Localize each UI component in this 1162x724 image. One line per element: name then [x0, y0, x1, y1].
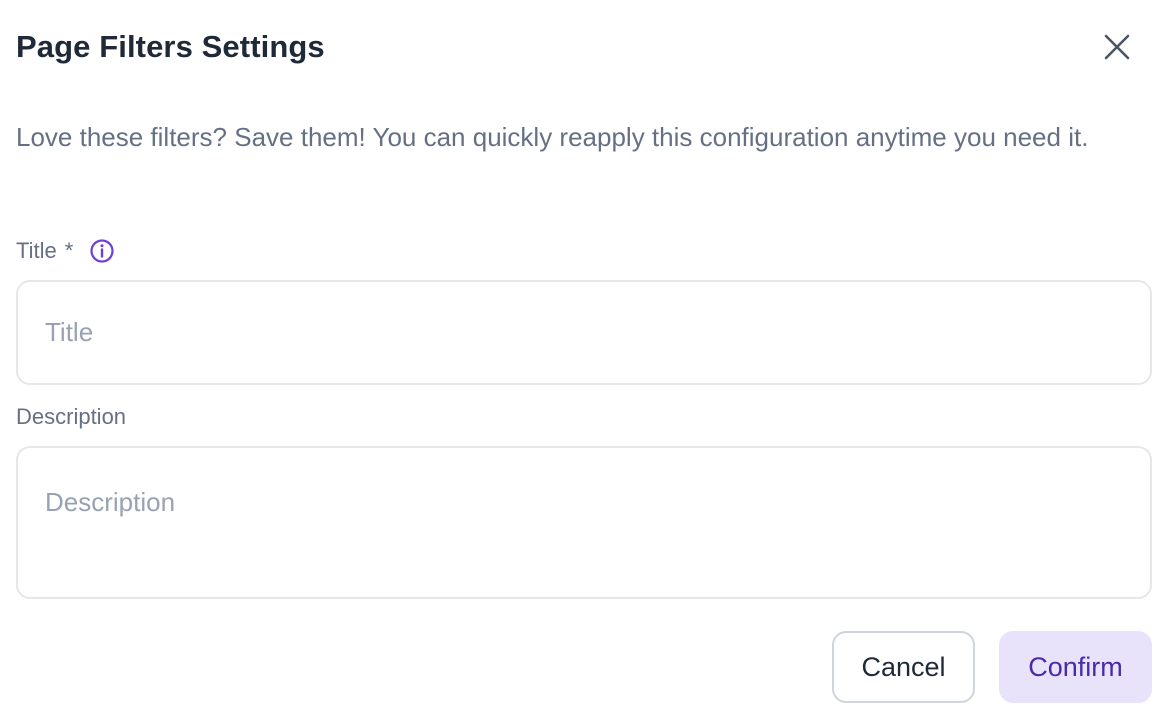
required-mark: * [64, 238, 74, 263]
dialog-header: Page Filters Settings [16, 24, 1152, 70]
title-label: Title [16, 238, 57, 263]
close-icon [1104, 34, 1130, 60]
title-input[interactable] [16, 280, 1152, 385]
description-label: Description [16, 404, 127, 429]
dialog-actions: Cancel Confirm [832, 631, 1152, 703]
description-label-row: Description [16, 404, 126, 430]
page-filters-settings-dialog: Page Filters Settings Love these filters… [0, 0, 1162, 724]
confirm-button[interactable]: Confirm [999, 631, 1152, 703]
dialog-description: Love these filters? Save them! You can q… [16, 122, 1089, 152]
dialog-title: Page Filters Settings [16, 29, 325, 64]
info-icon[interactable] [89, 238, 115, 264]
cancel-button[interactable]: Cancel [832, 631, 975, 703]
description-input[interactable] [16, 446, 1152, 599]
title-label-row: Title * [16, 238, 115, 264]
close-button[interactable] [1094, 24, 1140, 70]
